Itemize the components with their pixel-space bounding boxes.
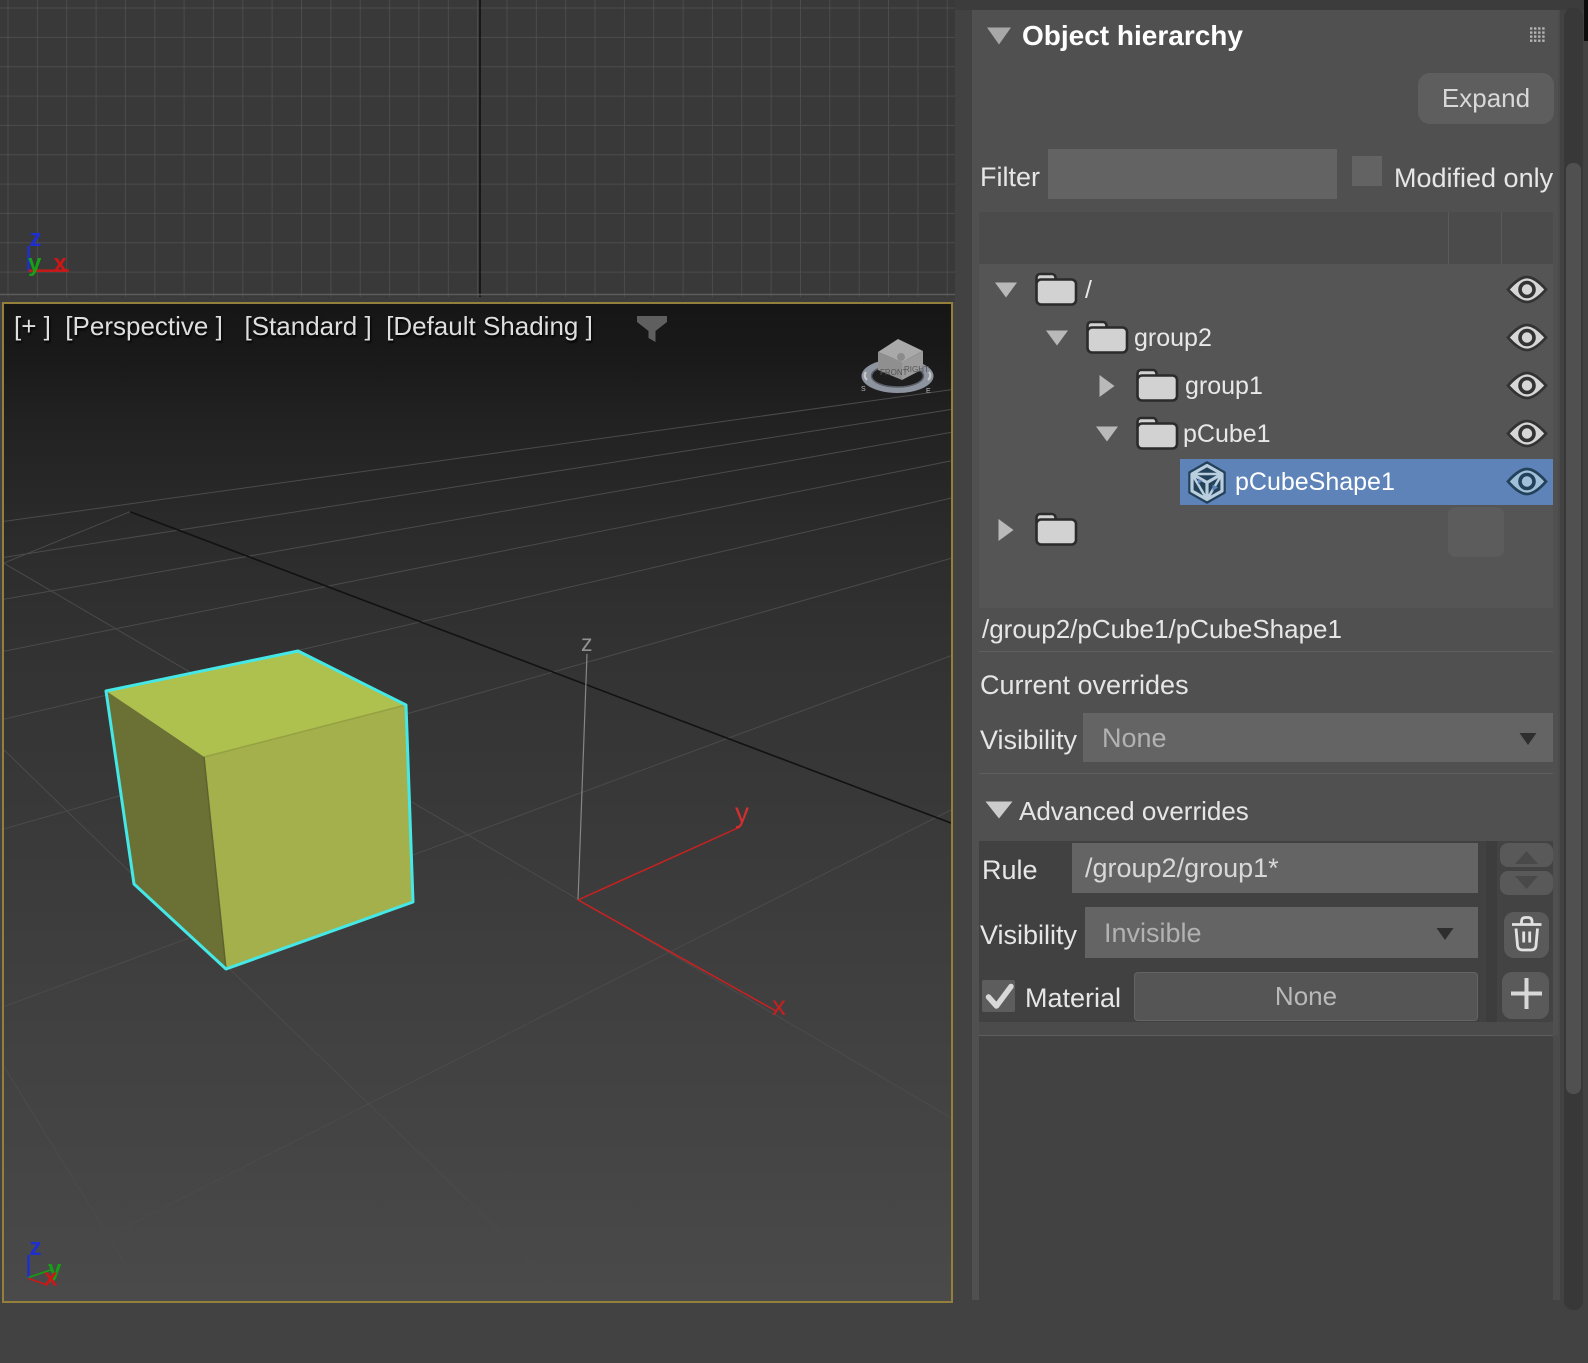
svg-text:z: z xyxy=(30,225,42,252)
svg-text:RIGHT: RIGHT xyxy=(904,365,929,374)
svg-text:z: z xyxy=(30,1234,42,1261)
svg-text:S: S xyxy=(861,386,866,393)
svg-text:x: x xyxy=(54,250,68,277)
svg-text:z: z xyxy=(581,630,593,656)
svg-text:x: x xyxy=(772,990,786,1021)
svg-text:y: y xyxy=(28,250,42,277)
svg-text:E: E xyxy=(926,388,931,395)
svg-text:y: y xyxy=(735,797,749,828)
svg-text:x: x xyxy=(44,1265,58,1292)
